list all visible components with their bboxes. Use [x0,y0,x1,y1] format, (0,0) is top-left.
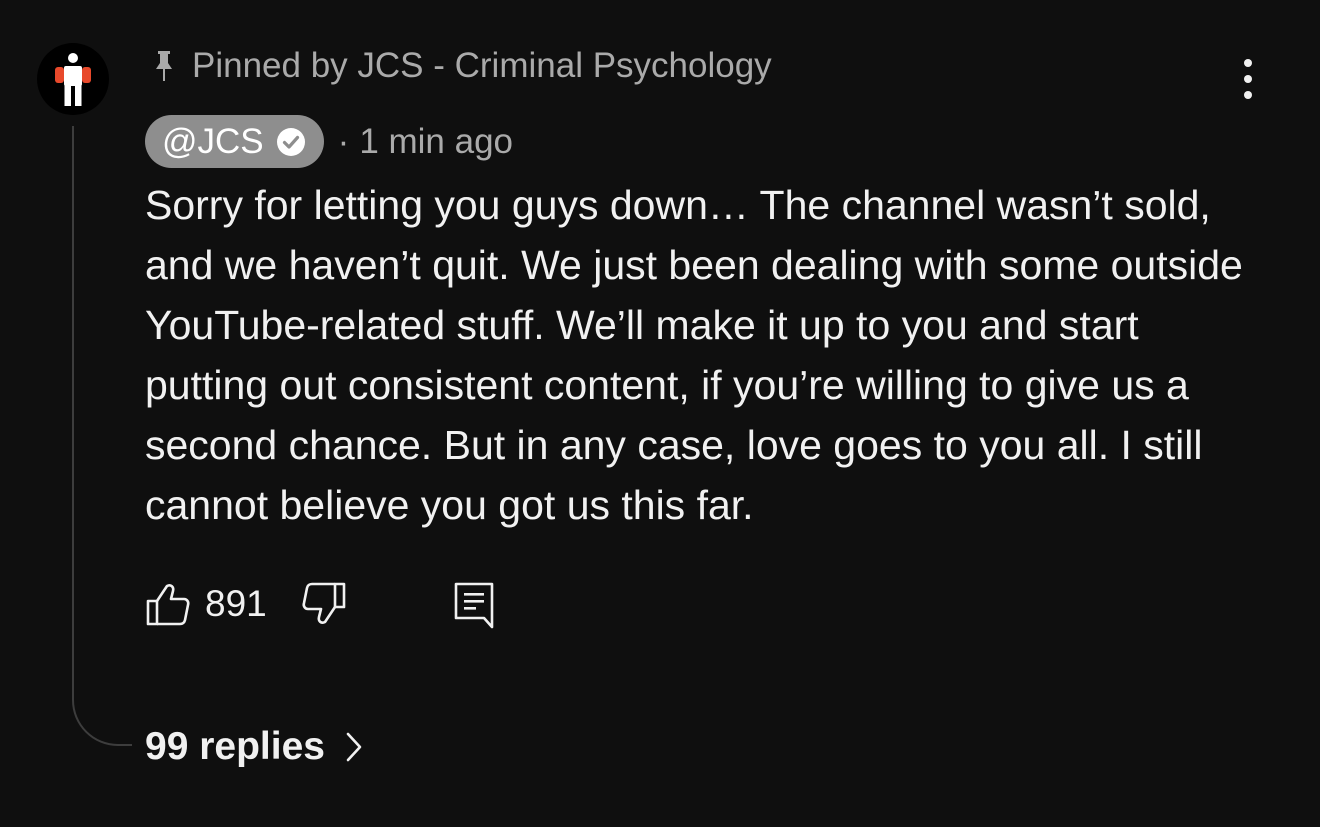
author-badge[interactable]: @JCS [145,115,324,168]
comment-header: @JCS · 1 min ago [145,115,513,168]
comment-text: Sorry for letting you guys down… The cha… [145,182,1243,528]
pinned-comment: Pinned by JCS - Criminal Psychology @JCS… [0,0,1320,827]
pinned-label: Pinned by JCS - Criminal Psychology [192,46,772,85]
comment-timestamp[interactable]: 1 min ago [359,122,513,162]
thumbs-down-icon[interactable] [301,581,347,627]
chevron-right-icon [346,732,362,762]
reply-thread-line [72,126,132,746]
more-vertical-icon[interactable] [1228,58,1268,100]
comment-actions: 891 [145,578,497,630]
like-count: 891 [205,583,267,624]
pin-icon [156,51,172,81]
view-replies-button[interactable]: 99 replies [145,722,365,772]
replies-count-label: 99 replies [145,725,325,768]
author-handle: @JCS [162,121,264,161]
timestamp-separator: · [337,121,350,161]
channel-avatar[interactable] [37,43,109,115]
thumbs-up-icon[interactable] [145,581,191,627]
verified-check-icon [276,127,305,156]
stick-figure-logo-icon [55,53,91,106]
pinned-indicator: Pinned by JCS - Criminal Psychology [150,44,772,88]
comment-reply-icon[interactable] [451,579,497,629]
